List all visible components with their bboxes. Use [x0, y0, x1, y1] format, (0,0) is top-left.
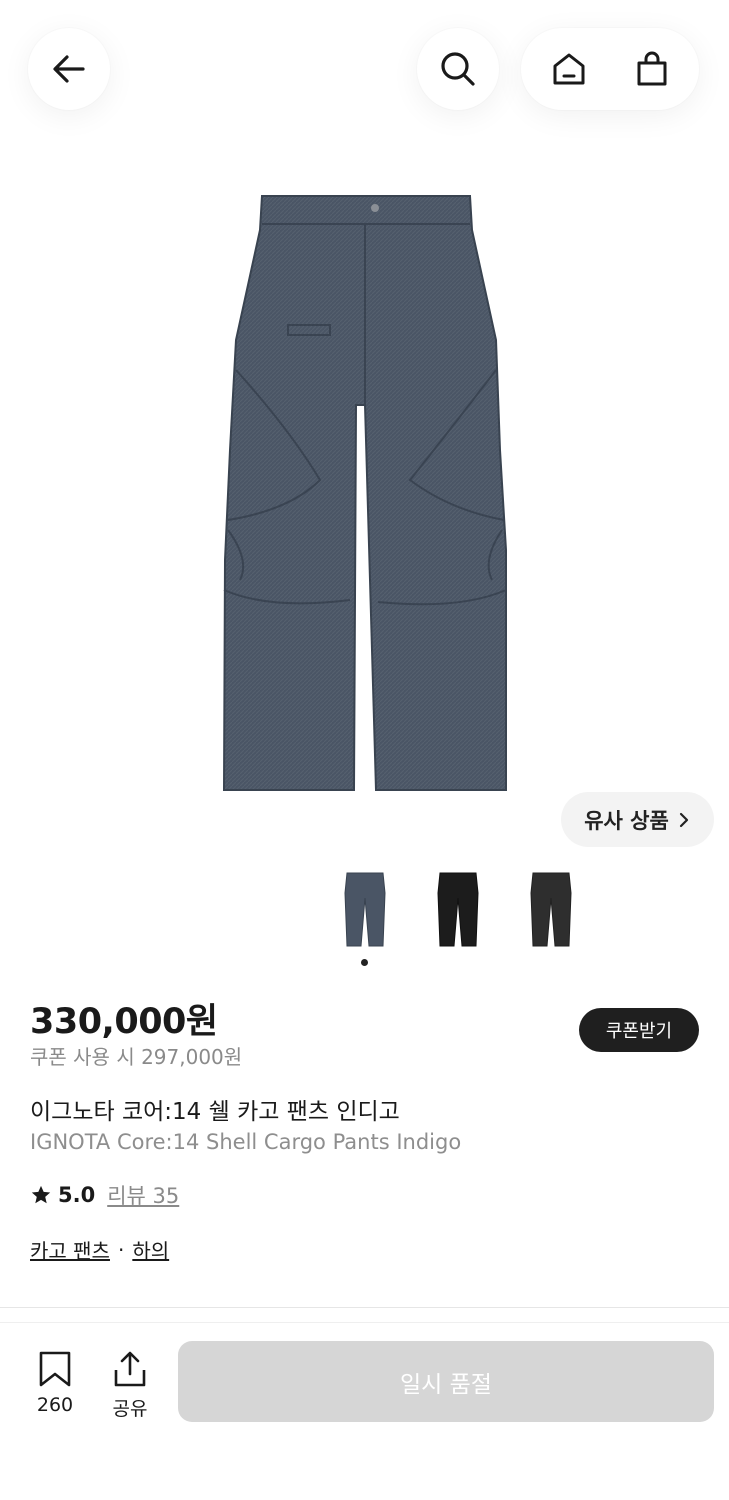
share-icon [114, 1351, 146, 1387]
get-coupon-button[interactable]: 쿠폰받기 [579, 1008, 699, 1052]
home-icon [553, 53, 584, 85]
bookmark-icon [39, 1351, 71, 1387]
carousel-indicator-dot [361, 959, 368, 966]
rating-score: 5.0 [58, 1183, 96, 1207]
category-breadcrumb: 카고 팬츠 · 하의 [30, 1235, 169, 1264]
chevron-right-icon [679, 812, 688, 827]
product-name-korean: 이그노타 코어:14 쉘 카고 팬츠 인디고 [30, 1099, 400, 1125]
section-divider [0, 1307, 729, 1308]
bookmark-count: 260 [36, 1394, 74, 1416]
product-main-image[interactable] [200, 190, 520, 800]
category-link[interactable]: 카고 팬츠 [30, 1235, 110, 1264]
subcategory-link[interactable]: 하의 [132, 1235, 169, 1264]
product-price: 330,000원 [30, 1002, 218, 1042]
cart-button[interactable] [620, 37, 684, 101]
review-link[interactable]: 리뷰 35 [107, 1180, 179, 1210]
thumbnail-indigo[interactable] [335, 868, 395, 950]
share-label: 공유 [112, 1398, 148, 1420]
search-button[interactable] [417, 28, 499, 110]
search-icon [441, 52, 475, 86]
back-button[interactable] [28, 28, 110, 110]
rating-row: 5.0 리뷰 35 [30, 1180, 179, 1210]
header-action-group [521, 28, 699, 110]
category-separator: · [117, 1237, 125, 1262]
share-button[interactable]: 공유 [100, 1350, 160, 1421]
thumbnail-black[interactable] [428, 868, 488, 950]
star-icon [31, 1185, 51, 1204]
arrow-left-icon [53, 55, 85, 83]
similar-products-label: 유사 상품 [584, 808, 669, 833]
sold-out-button[interactable]: 일시 품절 [178, 1341, 714, 1422]
thumbnail-strip [0, 868, 729, 950]
product-name-english: IGNOTA Core:14 Shell Cargo Pants Indigo [30, 1130, 462, 1154]
coupon-price: 쿠폰 사용 시 297,000원 [30, 1045, 243, 1069]
similar-products-button[interactable]: 유사 상품 [561, 792, 714, 847]
bookmark-button[interactable]: 260 [25, 1350, 85, 1416]
home-button[interactable] [537, 37, 601, 101]
shopping-bag-icon [637, 51, 666, 86]
thumbnail-charcoal[interactable] [521, 868, 581, 950]
